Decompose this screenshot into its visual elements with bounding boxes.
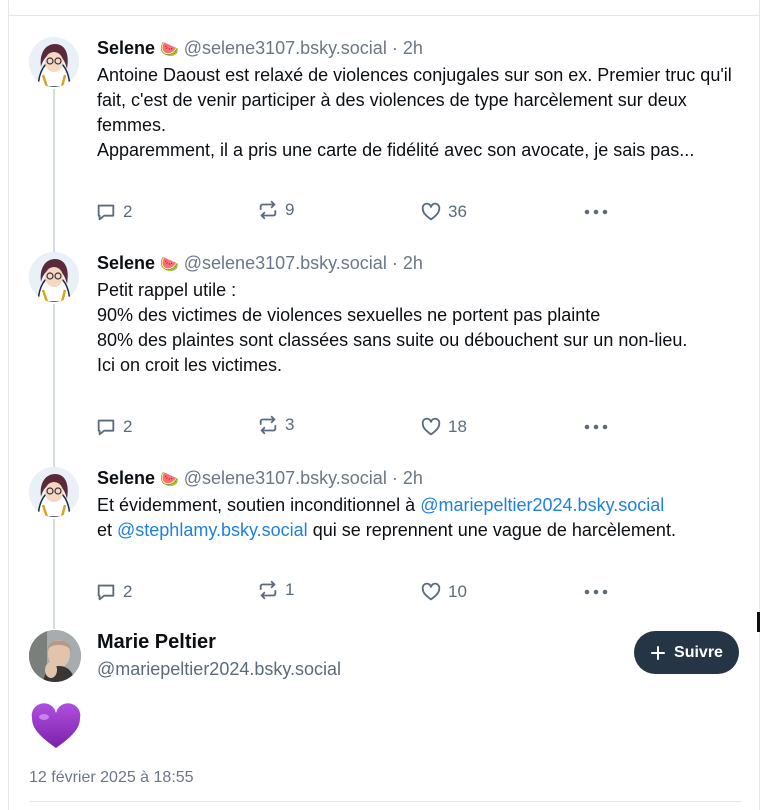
- reply-count: 2: [123, 582, 133, 601]
- purple-heart-emoji: [29, 702, 83, 752]
- reply-icon: [97, 584, 115, 601]
- separator-dot: ·: [391, 468, 398, 488]
- author-name[interactable]: Selene: [97, 38, 155, 58]
- post-text-part: et: [97, 520, 113, 540]
- heart-icon: [421, 582, 441, 601]
- post-header: Selene 🍉 @selene3107.bsky.social · 2h: [97, 467, 423, 490]
- author-handle[interactable]: @selene3107.bsky.social: [184, 253, 387, 273]
- repost-button[interactable]: 9: [257, 199, 294, 221]
- reply-count: 2: [123, 202, 133, 221]
- reply-icon: [97, 204, 115, 221]
- repost-count: 1: [285, 580, 295, 599]
- repost-button[interactable]: 3: [257, 414, 294, 436]
- like-button[interactable]: 36: [420, 201, 467, 223]
- post-text-part: Et évidemment, soutien inconditionnel à: [97, 495, 421, 515]
- avatar[interactable]: [29, 37, 79, 87]
- thread-post[interactable]: Selene 🍉 @selene3107.bsky.social · 2h An…: [29, 37, 749, 237]
- post-time[interactable]: 2h: [403, 38, 423, 58]
- more-options-button[interactable]: [583, 416, 609, 438]
- post-actions: 2 3 18: [95, 414, 655, 442]
- avatar[interactable]: [29, 252, 79, 302]
- author-handle[interactable]: @selene3107.bsky.social: [184, 38, 387, 58]
- scrollbar-thumb[interactable]: [757, 612, 760, 632]
- more-options-button[interactable]: [583, 581, 609, 603]
- more-dots-icon: [584, 424, 608, 430]
- avatar[interactable]: [29, 630, 81, 682]
- post-text-part: qui se reprennent une vague de harcèleme…: [307, 520, 676, 540]
- reply-button[interactable]: 2: [95, 416, 132, 438]
- heart-icon: [421, 417, 441, 436]
- reply-count: 2: [123, 417, 133, 436]
- reply-button[interactable]: 2: [95, 201, 132, 223]
- post-text: Petit rappel utile : 90% des victimes de…: [97, 280, 688, 375]
- repost-icon: [259, 200, 277, 220]
- mention-link[interactable]: @stephlamy.bsky.social: [117, 520, 308, 540]
- more-dots-icon: [584, 589, 608, 595]
- follow-label: Suivre: [674, 643, 723, 661]
- post-text: Et évidemment, soutien inconditionnel à …: [97, 493, 737, 543]
- thread-post[interactable]: Selene 🍉 @selene3107.bsky.social · 2h Pe…: [29, 252, 749, 452]
- repost-icon: [259, 580, 277, 600]
- post-actions: 2 9 36: [95, 199, 655, 227]
- avatar-illustration: [29, 467, 79, 517]
- separator-dot: ·: [391, 38, 398, 58]
- post-actions: 2 1 10: [95, 579, 655, 607]
- post-header: Selene 🍉 @selene3107.bsky.social · 2h: [97, 252, 423, 275]
- watermelon-emoji: 🍉: [160, 470, 179, 488]
- avatar-photo: [29, 630, 81, 682]
- repost-button[interactable]: 1: [257, 579, 294, 601]
- like-button[interactable]: 10: [420, 581, 467, 603]
- like-count: 36: [448, 202, 467, 221]
- avatar[interactable]: [29, 467, 79, 517]
- author-name[interactable]: Selene: [97, 468, 155, 488]
- mention-link[interactable]: @mariepeltier2024.bsky.social: [420, 495, 664, 515]
- heart-icon: [421, 202, 441, 221]
- repost-count: 3: [285, 415, 295, 434]
- thread-post[interactable]: Selene 🍉 @selene3107.bsky.social · 2h Et…: [29, 467, 749, 617]
- repost-count: 9: [285, 200, 295, 219]
- reply-icon: [97, 419, 115, 436]
- more-dots-icon: [584, 209, 608, 215]
- reply-button[interactable]: 2: [95, 581, 132, 603]
- watermelon-emoji: 🍉: [160, 255, 179, 273]
- avatar-illustration: [29, 252, 79, 302]
- like-count: 18: [448, 417, 467, 436]
- plus-icon: [651, 645, 666, 660]
- repost-icon: [259, 415, 277, 435]
- post-text: Antoine Daoust est relaxé de violences c…: [97, 65, 732, 160]
- separator-dot: ·: [391, 253, 398, 273]
- post-timestamp[interactable]: 12 février 2025 à 18:55: [29, 769, 194, 787]
- bottom-divider: [29, 801, 741, 802]
- avatar-illustration: [29, 37, 79, 87]
- post-header: Selene 🍉 @selene3107.bsky.social · 2h: [97, 37, 423, 60]
- like-count: 10: [448, 582, 467, 601]
- author-name[interactable]: Selene: [97, 253, 155, 273]
- author-handle[interactable]: @selene3107.bsky.social: [184, 468, 387, 488]
- post-time[interactable]: 2h: [403, 253, 423, 273]
- post-time[interactable]: 2h: [403, 468, 423, 488]
- more-options-button[interactable]: [583, 201, 609, 223]
- profile-handle[interactable]: @mariepeltier2024.bsky.social: [97, 659, 341, 680]
- like-button[interactable]: 18: [420, 416, 467, 438]
- watermelon-emoji: 🍉: [160, 40, 179, 58]
- follow-button[interactable]: Suivre: [634, 631, 739, 674]
- top-divider: [8, 15, 760, 16]
- profile-name[interactable]: Marie Peltier: [97, 631, 216, 654]
